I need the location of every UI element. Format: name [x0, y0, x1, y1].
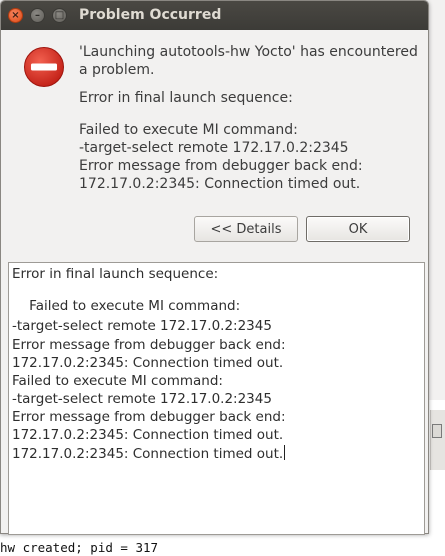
details-line: 172.17.0.2:2345: Connection timed out. [12, 355, 284, 371]
error-detail-line: -target-select remote 172.17.0.2:2345 [79, 140, 349, 156]
text-cursor [284, 445, 286, 460]
error-detail: Failed to execute MI command: -target-se… [79, 121, 363, 193]
details-text-area[interactable]: Error in final launch sequence: Failed t… [8, 262, 425, 535]
details-line: Error message from debugger back end: [12, 409, 286, 425]
background-terminal-line: hw created; pid = 317 [0, 540, 159, 555]
details-line: Error in final launch sequence: [12, 266, 219, 282]
error-message: 'Launching autotools-hw Yocto' has encou… [79, 44, 418, 78]
title-bar[interactable]: × – □ Problem Occurred [1, 1, 428, 30]
problem-dialog: × – □ Problem Occurred 'Launching autoto… [0, 0, 429, 535]
close-icon: × [11, 9, 20, 21]
background-scroll-strip [430, 410, 445, 470]
error-detail-line: Error message from debugger back end: [79, 158, 363, 174]
details-line: Failed to execute MI command: [12, 298, 241, 314]
screen: 4 hw created; pid = 317 × – □ Problem Oc… [0, 0, 445, 556]
maximize-icon: □ [54, 9, 65, 21]
maximize-window-button[interactable]: □ [52, 8, 67, 23]
details-line-last: 172.17.0.2:2345: Connection timed out. [12, 445, 286, 462]
close-window-button[interactable]: × [8, 8, 23, 23]
details-line: Error message from debugger back end: [12, 337, 286, 353]
details-line-text: 172.17.0.2:2345: Connection timed out. [12, 446, 284, 462]
error-detail-line: 172.17.0.2:2345: Connection timed out. [79, 176, 361, 192]
details-toggle-button[interactable]: << Details [194, 216, 298, 242]
background-control[interactable] [432, 424, 442, 438]
error-stop-icon [24, 47, 64, 87]
details-line: 172.17.0.2:2345: Connection timed out. [12, 427, 284, 443]
error-subheading: Error in final launch sequence: [79, 90, 293, 106]
error-detail-line: Failed to execute MI command: [79, 122, 298, 138]
details-line: -target-select remote 172.17.0.2:2345 [12, 318, 272, 334]
minimize-icon: – [35, 9, 40, 21]
details-line: Failed to execute MI command: [12, 373, 223, 389]
minimize-window-button[interactable]: – [30, 8, 45, 23]
details-line: -target-select remote 172.17.0.2:2345 [12, 391, 272, 407]
ok-button[interactable]: OK [306, 216, 410, 242]
window-title: Problem Occurred [79, 7, 222, 23]
